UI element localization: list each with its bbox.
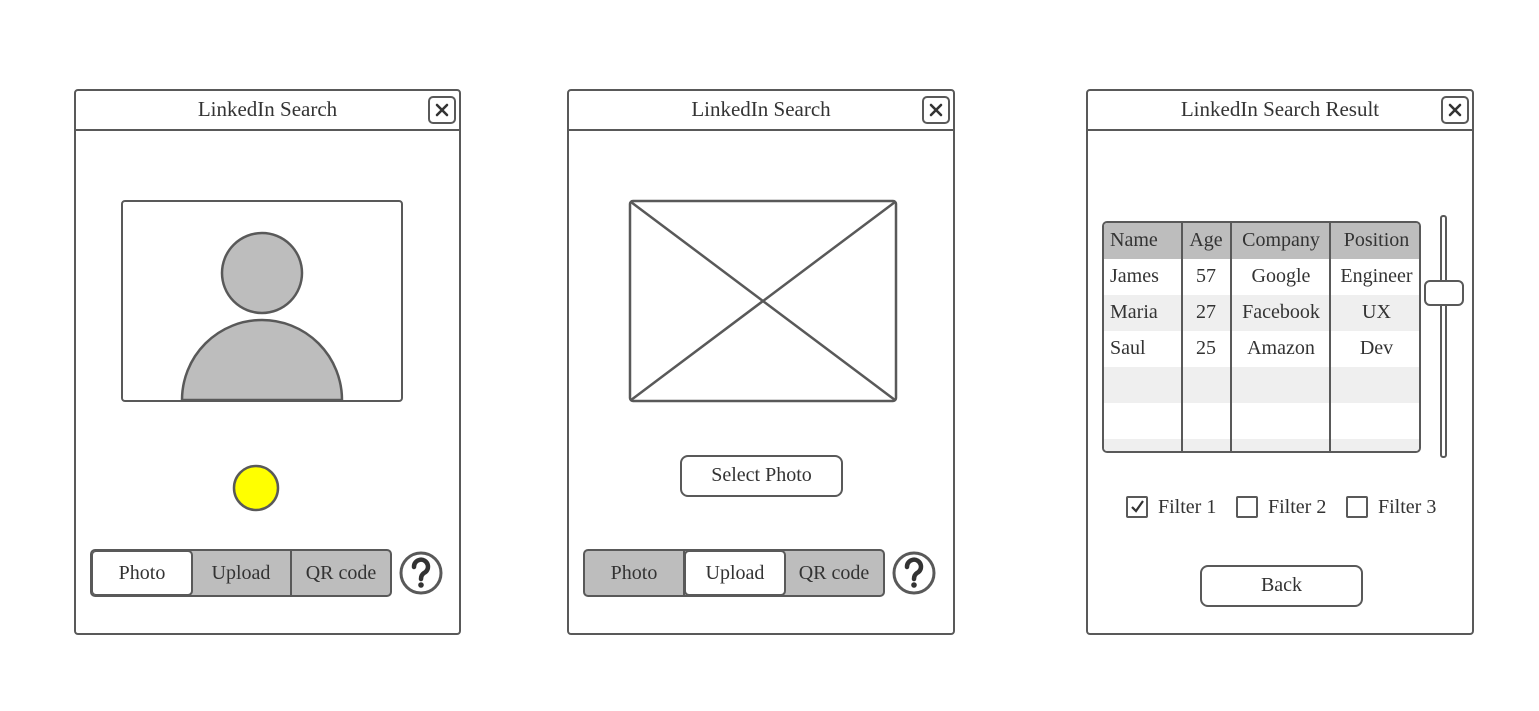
column-divider — [1181, 223, 1183, 451]
column-header-position[interactable]: Position — [1332, 223, 1419, 259]
select-photo-button[interactable]: Select Photo — [680, 455, 843, 497]
column-header-name[interactable]: Name — [1110, 223, 1158, 259]
column-header-age[interactable]: Age — [1184, 223, 1228, 259]
close-button[interactable] — [428, 96, 456, 124]
search-result-window: LinkedIn Search Result Name Age Company … — [1086, 89, 1474, 635]
cell-name: Maria — [1110, 301, 1158, 323]
close-button[interactable] — [922, 96, 950, 124]
table-row[interactable]: Maria 27 Facebook UX — [1104, 295, 1419, 331]
filter-3-label: Filter 3 — [1378, 496, 1437, 518]
question-mark-icon[interactable] — [398, 550, 444, 596]
table-row-empty — [1104, 439, 1419, 451]
cell-age: 57 — [1196, 265, 1216, 287]
filter-2-checkbox[interactable] — [1236, 496, 1258, 518]
tab-upload[interactable]: Upload — [684, 551, 786, 595]
filter-1-label: Filter 1 — [1158, 496, 1217, 518]
tab-upload[interactable]: Upload — [192, 551, 292, 595]
close-icon — [929, 103, 943, 117]
cell-company: Facebook — [1242, 301, 1320, 323]
cell-position: Dev — [1359, 337, 1394, 359]
cell-position: Engineer — [1340, 265, 1413, 287]
cell-company: Amazon — [1247, 337, 1315, 359]
search-window-upload: LinkedIn Search Select Photo Photo Uploa… — [567, 89, 955, 635]
tab-photo[interactable]: Photo — [92, 551, 193, 595]
table-row-empty — [1104, 403, 1419, 439]
column-divider — [1329, 223, 1331, 451]
back-button[interactable]: Back — [1200, 565, 1363, 607]
scrollbar-track[interactable] — [1440, 215, 1447, 458]
tab-qr-code[interactable]: QR code — [292, 551, 390, 595]
image-placeholder-icon — [628, 199, 898, 403]
results-table: Name Age Company Position James 57 Googl… — [1102, 221, 1421, 453]
close-button[interactable] — [1441, 96, 1469, 124]
column-header-company[interactable]: Company — [1233, 223, 1329, 259]
user-silhouette-icon — [180, 231, 344, 400]
window-title: LinkedIn Search — [691, 97, 831, 121]
close-icon — [435, 103, 449, 117]
camera-preview — [121, 200, 403, 402]
source-tabs: Photo Upload QR code — [583, 549, 885, 597]
table-row-empty — [1104, 367, 1419, 403]
search-window-photo: LinkedIn Search Photo Upload QR code — [74, 89, 461, 635]
cell-name: Saul — [1110, 337, 1146, 359]
cell-age: 25 — [1196, 337, 1216, 359]
checkmark-icon — [1131, 500, 1144, 513]
filter-1-checkbox[interactable] — [1126, 496, 1148, 518]
tab-qr-code[interactable]: QR code — [785, 551, 883, 595]
question-mark-icon[interactable] — [891, 550, 937, 596]
title-bar: LinkedIn Search Result — [1088, 91, 1472, 131]
column-divider — [1230, 223, 1232, 451]
close-icon — [1448, 103, 1462, 117]
cell-age: 27 — [1196, 301, 1216, 323]
capture-button[interactable] — [231, 463, 281, 513]
filter-2-label: Filter 2 — [1268, 496, 1327, 518]
title-bar: LinkedIn Search — [569, 91, 953, 131]
table-header-row: Name Age Company Position — [1104, 223, 1419, 259]
scrollbar-thumb[interactable] — [1424, 280, 1464, 306]
source-tabs: Photo Upload QR code — [90, 549, 392, 597]
filter-3-checkbox[interactable] — [1346, 496, 1368, 518]
window-title: LinkedIn Search Result — [1180, 97, 1380, 121]
cell-position: UX — [1362, 301, 1391, 323]
table-row[interactable]: James 57 Google Engineer — [1104, 259, 1419, 295]
window-title: LinkedIn Search — [197, 97, 338, 121]
table-row[interactable]: Saul 25 Amazon Dev — [1104, 331, 1419, 367]
cell-name: James — [1110, 265, 1159, 287]
cell-company: Google — [1251, 265, 1311, 287]
title-bar: LinkedIn Search — [76, 91, 459, 131]
tab-photo[interactable]: Photo — [585, 551, 685, 595]
